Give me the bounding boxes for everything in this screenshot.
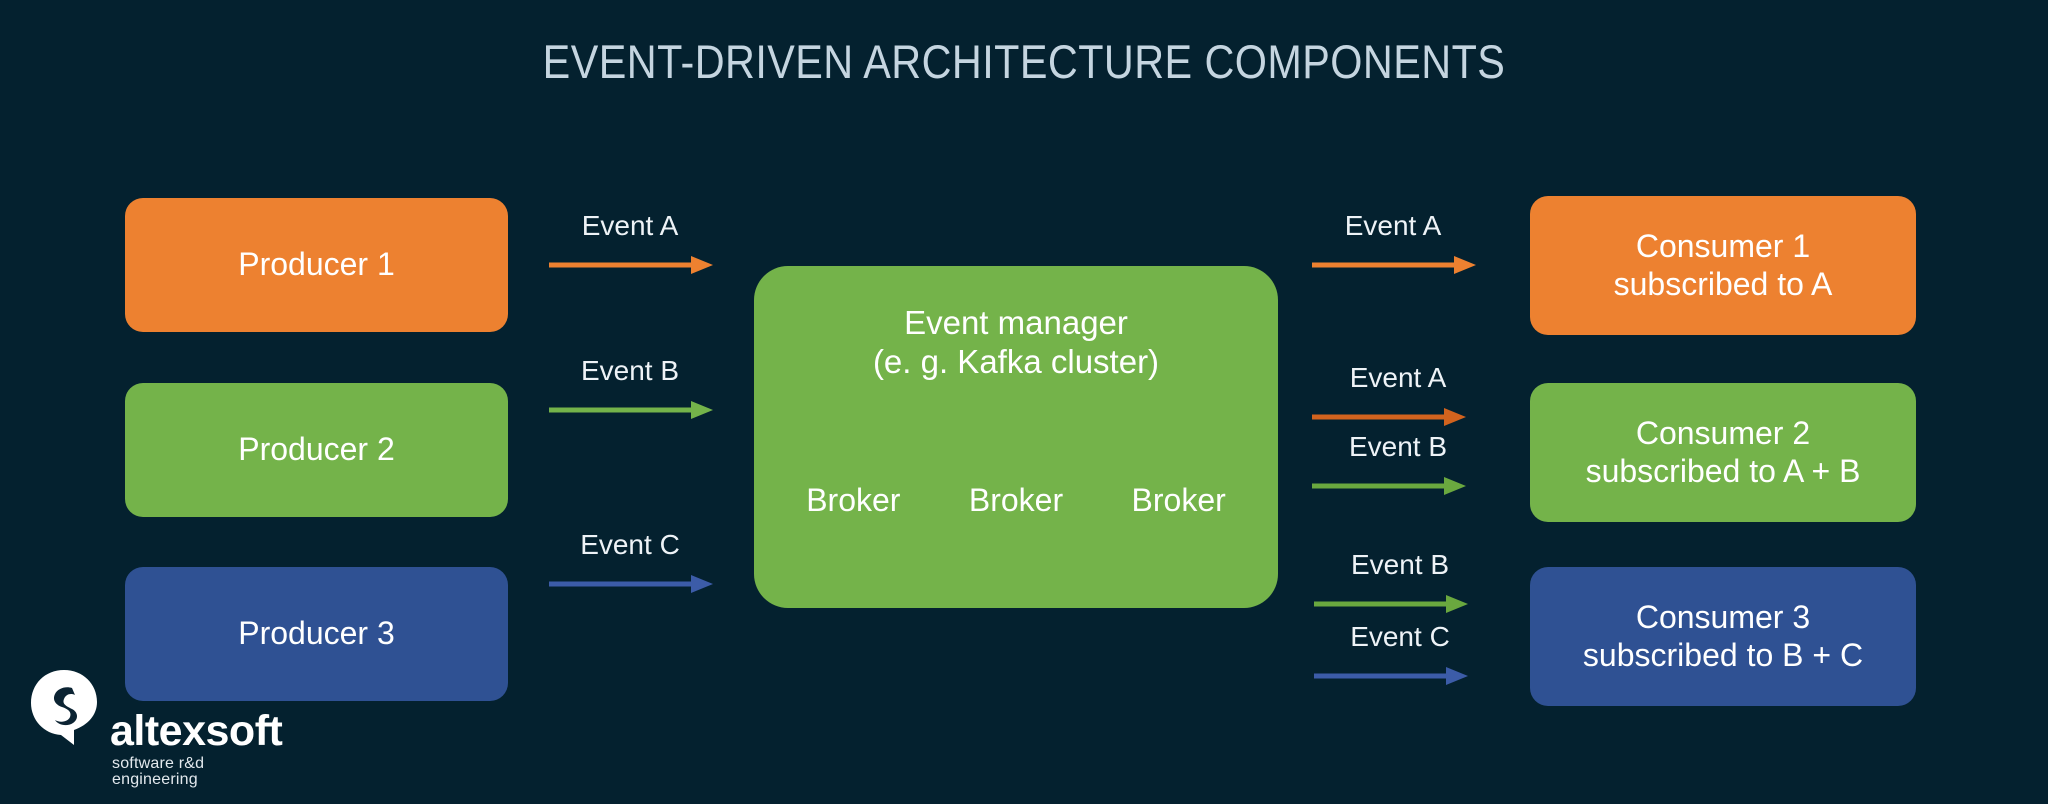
- broker-row: Broker Broker Broker: [754, 482, 1278, 519]
- arrow-green-in: [549, 401, 713, 419]
- logo-wordmark: altexsoft: [110, 707, 283, 755]
- producer-1-box: Producer 1: [125, 198, 508, 332]
- flow-label-event-a-in: Event A: [581, 210, 679, 241]
- consumer-2-box: Consumer 2 subscribed to A + B: [1530, 383, 1916, 522]
- flow-label-event-a-out-1: Event A: [1344, 210, 1442, 241]
- event-manager-title: Event manager (e. g. Kafka cluster): [872, 304, 1160, 380]
- consumer-1-label-line1: Consumer 1: [1635, 227, 1811, 264]
- flow-producer3-to-manager: Event C: [545, 529, 715, 599]
- producer-2-label: Producer 2: [238, 431, 395, 468]
- altexsoft-logo: altexsoft software r&d engineering: [28, 668, 288, 788]
- consumer-3-label-line2: subscribed to B + C: [1582, 636, 1864, 673]
- arrow-green-out-2: [1314, 595, 1468, 613]
- consumer-2-label-line1: Consumer 2: [1635, 414, 1811, 451]
- arrow-orange-out-2: [1312, 408, 1466, 426]
- flow-label-event-c-in: Event C: [580, 529, 680, 560]
- broker-label-1: Broker: [806, 482, 901, 518]
- diagram-canvas: EVENT-DRIVEN ARCHITECTURE COMPONENTS Pro…: [0, 0, 2048, 804]
- flow-manager-to-consumer3-c: Event C: [1314, 621, 1490, 691]
- broker-label-2: Broker: [968, 482, 1064, 518]
- arrow-orange-in: [549, 256, 713, 274]
- producer-1-label: Producer 1: [238, 246, 395, 283]
- event-manager-box: Event manager (e. g. Kafka cluster) Brok…: [754, 266, 1278, 608]
- arrow-orange-out-1: [1312, 256, 1476, 274]
- flow-label-event-c-out: Event C: [1350, 621, 1450, 652]
- flow-manager-to-consumer1: Event A: [1308, 210, 1478, 280]
- altexsoft-speech-bubble-icon: [31, 670, 97, 745]
- flow-manager-to-consumer3-b: Event B: [1314, 549, 1490, 619]
- consumer-1-box: Consumer 1 subscribed to A: [1530, 196, 1916, 335]
- flow-label-event-a-out-2: Event A: [1349, 362, 1447, 393]
- consumer-2-label-line2: subscribed to A + B: [1585, 452, 1861, 489]
- flow-producer1-to-manager: Event A: [545, 210, 715, 280]
- flow-manager-to-consumer2-b: Event B: [1312, 431, 1488, 501]
- flow-label-event-b-out-2: Event B: [1350, 549, 1450, 580]
- flow-manager-to-consumer2-a: Event A: [1312, 362, 1488, 432]
- arrow-green-out-1: [1312, 477, 1466, 495]
- producer-2-box: Producer 2: [125, 383, 508, 517]
- consumer-1-label-line2: subscribed to A: [1613, 265, 1833, 302]
- producer-3-label: Producer 3: [238, 615, 395, 652]
- consumer-3-label-line1: Consumer 3: [1635, 598, 1811, 635]
- flow-label-event-b-in: Event B: [580, 355, 680, 386]
- logo-tagline: software r&d engineering: [112, 755, 205, 788]
- page-title: EVENT-DRIVEN ARCHITECTURE COMPONENTS: [542, 35, 1506, 88]
- consumer-3-box: Consumer 3 subscribed to B + C: [1530, 567, 1916, 706]
- arrow-blue-in: [549, 575, 713, 593]
- flow-producer2-to-manager: Event B: [545, 355, 715, 425]
- arrow-blue-out: [1314, 667, 1468, 685]
- flow-label-event-b-out-1: Event B: [1348, 431, 1448, 462]
- broker-label-3: Broker: [1131, 482, 1226, 518]
